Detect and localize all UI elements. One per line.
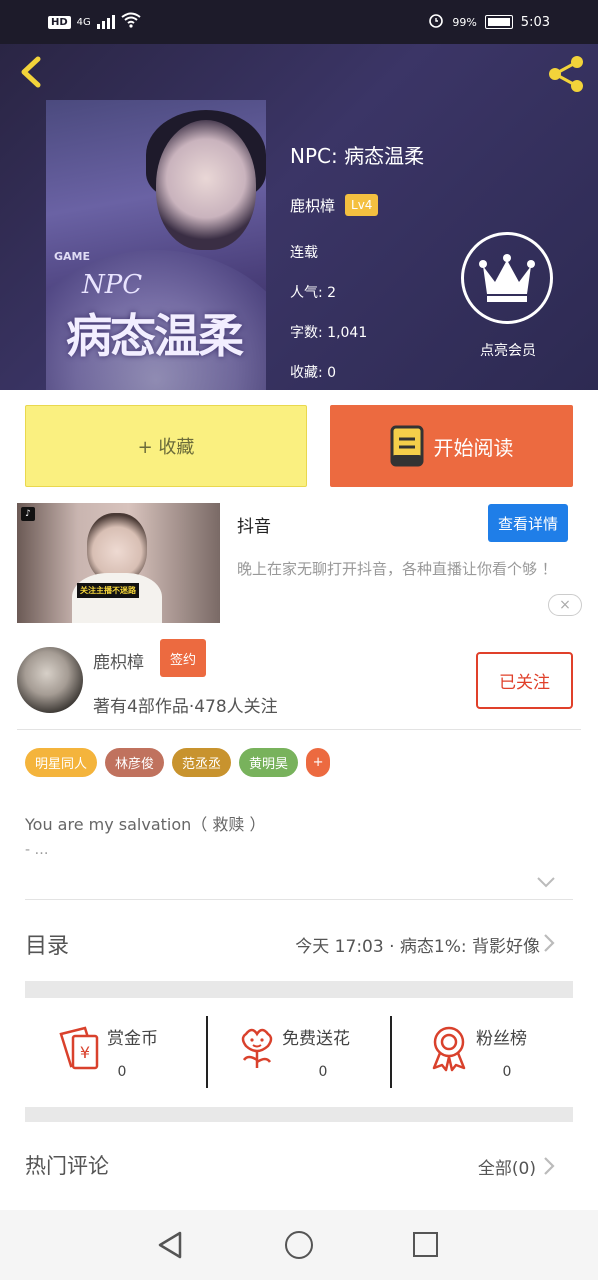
battery-percent: 99% [452,15,477,29]
gift-label: 粉丝榜 [476,1029,527,1049]
section-separator [25,1107,573,1122]
favorites-count: 收藏: 0 [290,365,337,381]
divider [25,899,573,900]
intro-line-1: You are my salvation（ 救赎 ） [25,815,266,834]
level-badge: Lv4 [345,194,379,216]
section-separator [25,981,573,998]
flower-icon [232,1024,282,1072]
author-stats: 著有4部作品·478人关注 [93,697,278,717]
gift-label: 赏金币 [107,1029,158,1049]
tag-list: 明星同人 林彦俊 范丞丞 黄明昊 + [25,748,331,777]
all-comments-link[interactable]: 全部(0) [478,1154,536,1179]
chevron-right-icon[interactable] [542,1155,556,1177]
gift-fans-rank[interactable]: 粉丝榜 0 [392,1018,575,1088]
add-favorite-button[interactable]: + 收藏 [25,405,307,487]
author-card-name[interactable]: 鹿枳樟 [93,648,144,673]
cover-face [156,120,256,250]
ad-person-body [72,573,162,623]
author-name[interactable]: 鹿枳樟 [290,195,335,216]
author-row: 鹿枳樟 Lv4 [290,194,379,216]
share-button[interactable] [544,54,588,94]
cover-title: 病态温柔 [66,309,244,363]
tag-item[interactable]: 明星同人 [25,748,98,777]
share-icon [549,56,583,92]
wifi-icon [121,12,141,32]
ad-source[interactable]: 抖音 [237,512,271,537]
expand-intro-button[interactable] [536,874,556,888]
book-cover[interactable]: GAME NPC 病态温柔 [46,100,266,390]
book-icon [390,425,423,467]
hot-comments-label: 热门评论 [25,1154,109,1178]
follow-button[interactable]: 已关注 [476,652,573,709]
book-title: NPC: 病态温柔 [290,144,425,168]
system-nav-bar [0,1210,598,1280]
gift-flower[interactable]: 免费送花 0 [208,1018,391,1088]
divider [17,729,581,730]
network-badge: HD [48,15,71,29]
cover-tagline: GAME [54,250,91,263]
ad-close-icon[interactable]: × [548,594,582,616]
chevron-down-icon [537,877,555,888]
ad-thumbnail[interactable]: ♪ 关注主播不迷路 [17,503,220,623]
tag-more-button[interactable]: + [306,748,331,777]
gift-coin[interactable]: ¥ 赏金币 0 [25,1018,208,1088]
start-reading-label: 开始阅读 [433,435,514,460]
ad-description[interactable]: 晚上在家无聊打开抖音，各种直播让你看个够 ！ [237,555,582,583]
vip-label[interactable]: 点亮会员 [460,340,556,360]
ad-thumb-caption: 关注主播不迷路 [77,583,139,598]
serial-status: 连载 [290,245,318,261]
status-bar: HD 4G 99% 5:03 [0,0,598,44]
crown-icon [479,254,535,302]
svg-text:¥: ¥ [80,1043,90,1062]
back-button[interactable] [14,54,50,90]
tag-item[interactable]: 范丞丞 [172,748,232,777]
intro-line-2: - … [25,842,49,858]
clock-time: 5:03 [520,14,550,30]
chevron-left-icon [21,56,41,88]
gift-count: 0 [318,1064,328,1080]
catalog-label[interactable]: 目录 [25,928,69,960]
chevron-right-icon[interactable] [542,932,556,954]
vip-button[interactable] [461,232,553,324]
medal-icon [424,1024,474,1072]
gift-count: 0 [117,1064,127,1080]
signed-badge: 签约 [160,639,206,677]
cover-subtitle: NPC [82,270,143,300]
alarm-icon [428,12,444,32]
author-avatar[interactable] [17,647,83,713]
word-count: 字数: 1,041 [290,325,368,341]
network-type: 4G [76,16,91,28]
tag-item[interactable]: 黄明昊 [239,748,299,777]
nav-recent-icon[interactable] [413,1232,438,1257]
popularity: 人气: 2 [290,285,337,301]
gift-count: 0 [502,1064,512,1080]
latest-chapter[interactable]: 今天 17:03 · 病态1%: 背影好像 [295,932,540,957]
start-reading-button[interactable]: 开始阅读 [330,405,573,487]
nav-home-icon[interactable] [285,1231,313,1259]
tag-item[interactable]: 林彦俊 [105,748,165,777]
ad-detail-button[interactable]: 查看详情 [488,504,568,542]
battery-icon [484,15,513,29]
book-header: GAME NPC 病态温柔 NPC: 病态温柔 鹿枳樟 Lv4 连载 人气: 2… [0,44,598,390]
gift-label: 免费送花 [282,1029,350,1049]
tiktok-icon: ♪ [21,507,35,521]
signal-icon [96,15,115,29]
nav-back-icon[interactable] [156,1230,184,1260]
